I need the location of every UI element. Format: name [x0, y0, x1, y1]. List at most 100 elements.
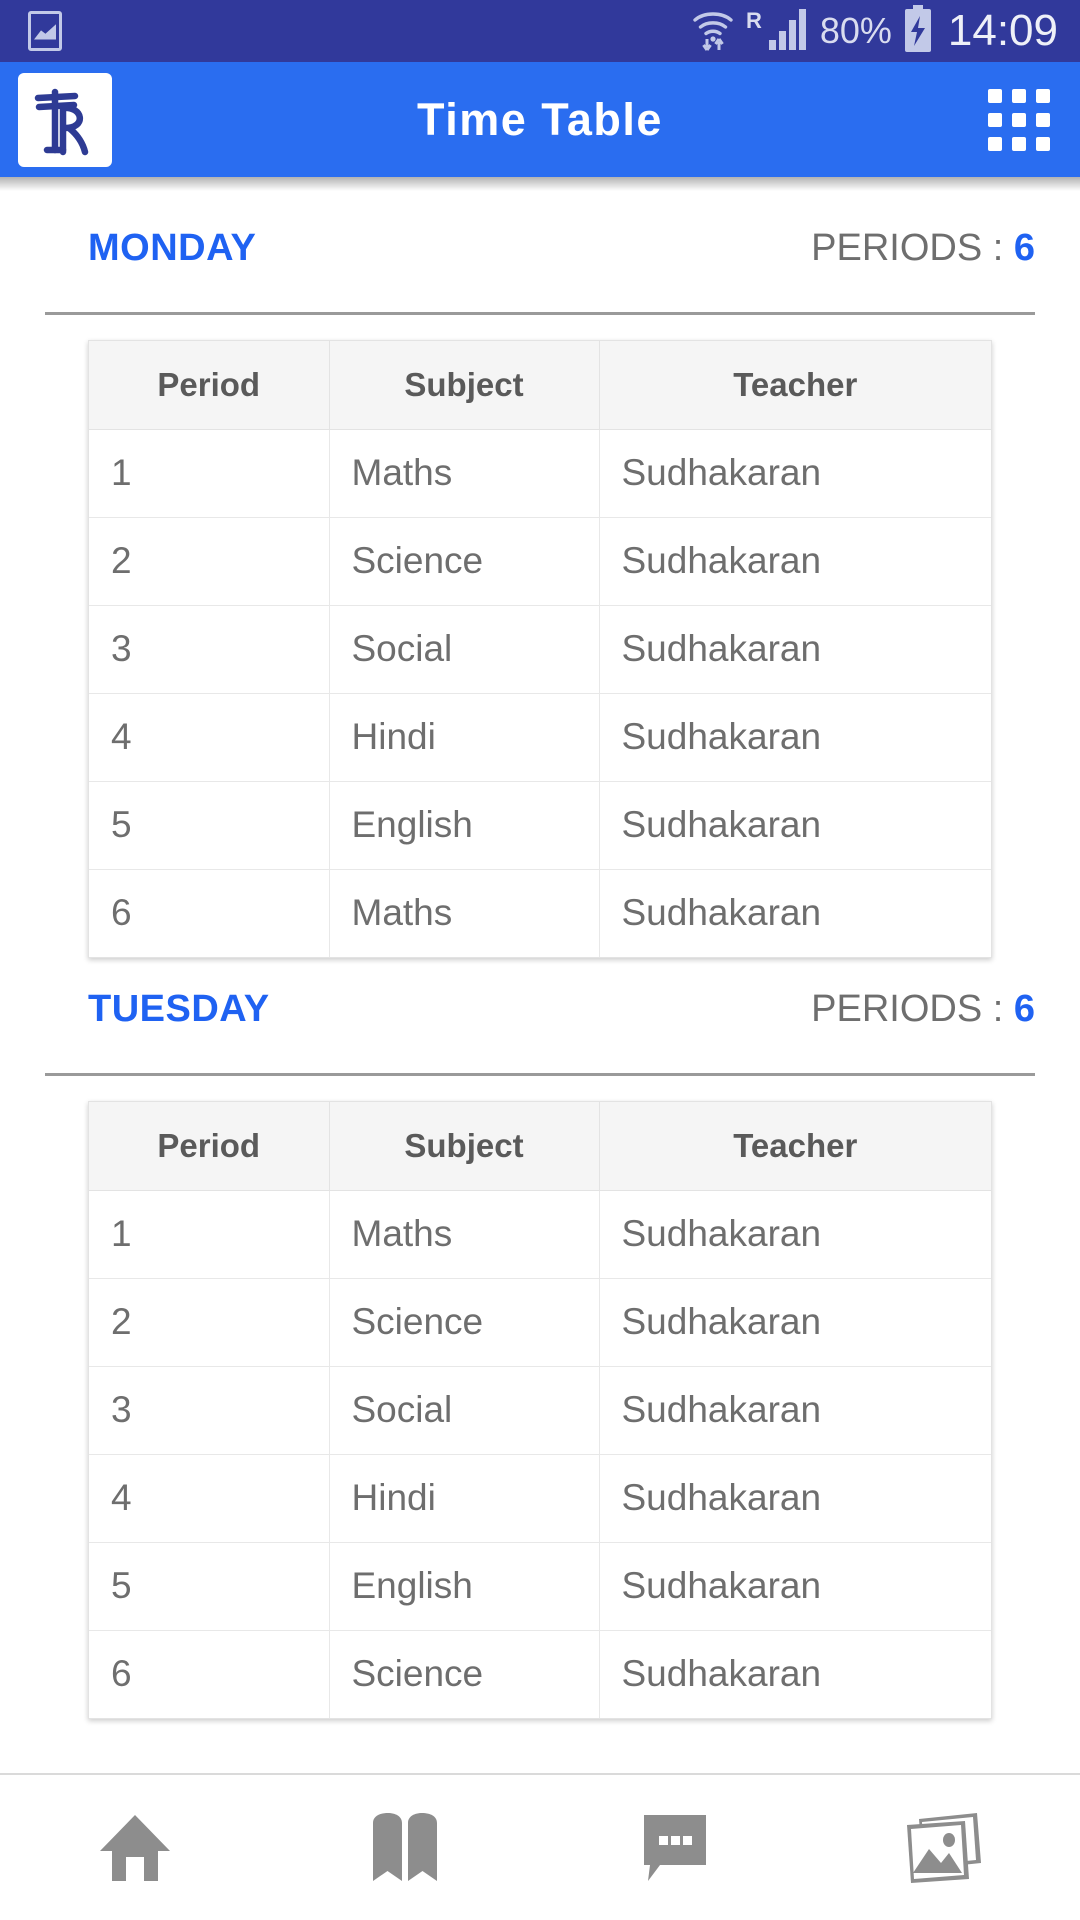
app-bar: Time Table [0, 62, 1080, 177]
roaming-icon: R [745, 7, 762, 33]
period-cell: 1 [89, 1190, 330, 1279]
periods-count-label: PERIODS : 6 [811, 227, 1035, 270]
period-cell: 2 [89, 517, 330, 606]
book-icon [369, 1811, 441, 1885]
apps-grid-icon[interactable] [988, 88, 1050, 151]
teacher-cell: Sudhakaran [599, 517, 991, 606]
column-header-teacher: Teacher [599, 1102, 991, 1191]
periods-count-label: PERIODS : 6 [811, 988, 1035, 1031]
teacher-cell: Sudhakaran [599, 781, 991, 870]
period-cell: 4 [89, 1454, 330, 1543]
period-cell: 2 [89, 1278, 330, 1367]
period-cell: 5 [89, 1542, 330, 1631]
table-row[interactable]: 4 Hindi Sudhakaran [89, 693, 991, 782]
nav-item-home[interactable] [0, 1775, 270, 1920]
table-row[interactable]: 5 English Sudhakaran [89, 781, 991, 870]
day-name-label: MONDAY [88, 227, 257, 269]
signal-icon [767, 6, 809, 57]
page-title: Time Table [417, 93, 663, 145]
period-cell: 4 [89, 693, 330, 782]
period-cell: 3 [89, 1366, 330, 1455]
days-container: MONDAY PERIODS : 6 Period Subject Teacher 1 Ma… [0, 227, 1080, 1749]
grid-dot [1036, 88, 1050, 103]
timetable-scroll-area[interactable]: MONDAY PERIODS : 6 Period Subject Teacher 1 Ma… [0, 191, 1080, 1773]
column-header-subject: Subject [329, 341, 600, 430]
table-row[interactable]: 6 Maths Sudhakaran [89, 869, 991, 957]
app-bar-shadow [0, 177, 1080, 191]
table-row[interactable]: 2 Science Sudhakaran [89, 1278, 991, 1367]
subject-cell: Hindi [329, 1454, 600, 1543]
subject-cell: Science [329, 517, 600, 606]
subject-cell: Hindi [329, 693, 600, 782]
subject-cell: Science [329, 1278, 600, 1367]
column-header-period: Period [89, 341, 330, 430]
table-row[interactable]: 1 Maths Sudhakaran [89, 1190, 991, 1279]
period-cell: 6 [89, 1630, 330, 1718]
subject-cell: Maths [329, 429, 600, 518]
bottom-navigation-bar [0, 1773, 1080, 1920]
teacher-cell: Sudhakaran [599, 1542, 991, 1631]
photo-gallery-icon [28, 11, 62, 51]
subject-cell: Maths [329, 1190, 600, 1279]
table-row[interactable]: 1 Maths Sudhakaran [89, 429, 991, 518]
subject-cell: Social [329, 605, 600, 694]
status-bar-clock: 14:09 [947, 6, 1058, 55]
table-header-row: Period Subject Teacher [89, 341, 991, 430]
table-row[interactable]: 3 Social Sudhakaran [89, 1366, 991, 1455]
table-row[interactable]: 4 Hindi Sudhakaran [89, 1454, 991, 1543]
chat-icon [638, 1811, 712, 1885]
grid-dot [1012, 88, 1026, 103]
status-bar-right: R 80% 14:09 [691, 4, 1058, 58]
column-header-period: Period [89, 1102, 330, 1191]
day-block: TUESDAY PERIODS : 6 Period Subject Teacher 1 M… [0, 988, 1080, 1749]
nav-item-book[interactable] [270, 1775, 540, 1920]
status-bar: R 80% 14:09 [0, 0, 1080, 62]
gallery-icon [903, 1811, 987, 1885]
periods-text: PERIODS : [811, 227, 1014, 269]
nav-item-chat[interactable] [540, 1775, 810, 1920]
table-header-row: Period Subject Teacher [89, 1102, 991, 1191]
period-cell: 5 [89, 781, 330, 870]
grid-dot [988, 112, 1002, 127]
column-header-teacher: Teacher [599, 341, 991, 430]
teacher-cell: Sudhakaran [599, 1190, 991, 1279]
day-header: TUESDAY PERIODS : 6 [0, 988, 1080, 1060]
grid-dot [988, 136, 1002, 151]
subject-cell: Science [329, 1630, 600, 1718]
grid-dot [1036, 112, 1050, 127]
table-row[interactable]: 2 Science Sudhakaran [89, 517, 991, 606]
wifi-icon [691, 6, 735, 57]
timetable-card: Period Subject Teacher 1 Maths Sudhakaran 2 Sci… [88, 340, 992, 958]
timetable-table: Period Subject Teacher 1 Maths Sudhakaran 2 Sci… [89, 1102, 991, 1718]
periods-text: PERIODS : [811, 988, 1014, 1030]
day-block: MONDAY PERIODS : 6 Period Subject Teacher 1 Ma… [0, 227, 1080, 988]
grid-dot [988, 88, 1002, 103]
day-header: MONDAY PERIODS : 6 [0, 227, 1080, 299]
periods-number: 6 [1013, 988, 1035, 1030]
timetable-table: Period Subject Teacher 1 Maths Sudhakaran 2 Sci… [89, 341, 991, 957]
battery-charging-icon [903, 4, 933, 58]
table-row[interactable]: 5 English Sudhakaran [89, 1542, 991, 1631]
day-name-label: TUESDAY [88, 988, 270, 1030]
teacher-cell: Sudhakaran [599, 429, 991, 518]
nav-item-gallery[interactable] [810, 1775, 1080, 1920]
home-icon [96, 1811, 174, 1885]
teacher-cell: Sudhakaran [599, 605, 991, 694]
table-row[interactable]: 3 Social Sudhakaran [89, 605, 991, 694]
day-divider [45, 312, 1035, 315]
table-row[interactable]: 6 Science Sudhakaran [89, 1630, 991, 1718]
teacher-cell: Sudhakaran [599, 1454, 991, 1543]
grid-dot [1012, 112, 1026, 127]
teacher-cell: Sudhakaran [599, 1366, 991, 1455]
teacher-cell: Sudhakaran [621, 892, 822, 934]
period-cell: 1 [89, 429, 330, 518]
periods-number: 6 [1013, 227, 1035, 269]
teacher-cell: Sudhakaran [621, 1653, 822, 1695]
battery-percent-label: 80% [819, 10, 892, 51]
teacher-cell: Sudhakaran [599, 1278, 991, 1367]
subject-cell: English [329, 1542, 600, 1631]
subject-cell: Social [329, 1366, 600, 1455]
day-divider [45, 1073, 1035, 1076]
